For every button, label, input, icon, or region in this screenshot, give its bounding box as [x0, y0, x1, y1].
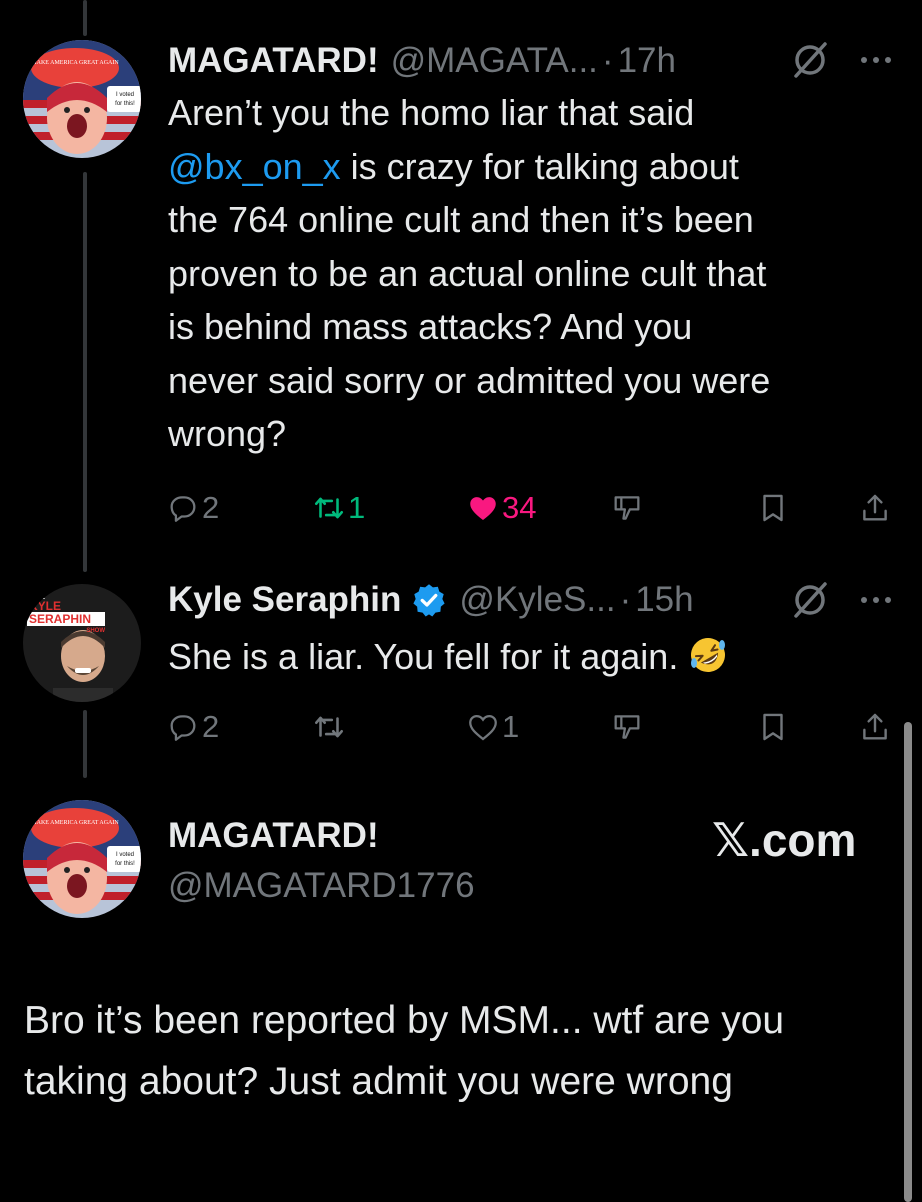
avatar-magatard[interactable]: MAKE AMERICA GREAT AGAIN I voted for thi…: [23, 40, 141, 158]
tweet1-line-3: the 764 online cult and then it’s been: [168, 199, 754, 240]
svg-text:for this!: for this!: [115, 101, 135, 107]
avatar-hat-text: MAKE AMERICA GREAT AGAIN: [31, 60, 119, 66]
tweet2-share-button[interactable]: [858, 707, 892, 747]
bookmark-icon-2: [763, 713, 783, 741]
tweet2-text: She is a liar. You fell for it again.: [168, 630, 888, 684]
tweet2-header: Kyle Seraphin @KyleS... · 15h: [168, 576, 694, 624]
thread-line-bottom: [83, 710, 87, 778]
scrollbar[interactable]: [904, 722, 912, 1202]
thread-line-top: [83, 0, 87, 36]
tweet1-line-1: Aren’t you the homo liar that said: [168, 92, 695, 133]
card-display-name[interactable]: MAGATARD!: [168, 812, 379, 860]
mention-link[interactable]: @bx_on_x: [168, 146, 341, 187]
tweet1-header: MAGATARD! @MAGATA... · 17h: [168, 37, 676, 85]
tweet1-retweet-button[interactable]: 1: [312, 488, 365, 528]
card-tweet-text: Bro it’s been reported by MSM... wtf are…: [24, 999, 785, 1103]
tweet1-dot: ·: [601, 41, 614, 80]
bookmark-icon: [763, 494, 783, 522]
avatar-logo-kyle: KYLE: [29, 599, 61, 613]
card-handle[interactable]: @MAGATARD1776: [168, 862, 475, 910]
svg-text:I voted: I voted: [116, 92, 134, 98]
tweet1-text: Aren’t you the homo liar that said @bx_o…: [168, 86, 888, 461]
more-options-icon[interactable]: [856, 40, 896, 80]
reply-icon-2: [170, 715, 196, 741]
views-icon-2: [614, 715, 640, 739]
tweet1-like-count: 34: [502, 490, 537, 525]
grok-icon-2[interactable]: [790, 580, 830, 620]
views-icon: [614, 496, 640, 520]
share-icon-2: [863, 713, 887, 740]
more-options-icon-2[interactable]: [856, 580, 896, 620]
svg-text:I voted: I voted: [116, 852, 134, 858]
tweet2-display-name[interactable]: Kyle Seraphin: [168, 576, 401, 624]
verified-badge-icon: [413, 584, 446, 617]
tweet2-handle[interactable]: @KyleS...: [459, 576, 615, 624]
tweet1-bookmark-button[interactable]: [756, 488, 790, 528]
card-avatar-magatard[interactable]: MAKE AMERICA GREAT AGAIN I voted for thi…: [23, 800, 141, 918]
tweet1-line-5: is behind mass attacks? And you: [168, 306, 693, 347]
tweet1-handle[interactable]: @MAGATA...: [391, 37, 598, 85]
grok-icon[interactable]: [790, 40, 830, 80]
tweet2-time[interactable]: 15h: [635, 576, 693, 624]
tweet1-retweet-count: 1: [348, 490, 366, 525]
tweet2-text-body: She is a liar. You fell for it again.: [168, 636, 689, 677]
tweet1-line-2-text: is crazy for talking about: [340, 145, 739, 187]
tweet2-bookmark-button[interactable]: [756, 707, 790, 747]
tweet1-views-button[interactable]: [610, 488, 644, 528]
tweet2-like-count: 1: [502, 709, 520, 744]
avatar-logo-show: SHOW: [86, 628, 105, 634]
tweet2-reply-count: 2: [202, 709, 220, 744]
thread-line-middle: [83, 172, 87, 572]
tweet1-line-4: proven to be an actual online cult that: [168, 252, 767, 294]
tweet1-line-6: never said sorry or admitted you were: [168, 359, 771, 401]
heart-filled-icon: [470, 497, 496, 521]
tweet2-like-button[interactable]: 1: [466, 707, 519, 747]
reply-icon: [170, 496, 196, 522]
tweet1-time[interactable]: 17h: [618, 37, 676, 85]
share-icon: [863, 494, 887, 521]
tweet2-reply-button[interactable]: 2: [166, 707, 219, 747]
tweet1-share-button[interactable]: [858, 488, 892, 528]
svg-text:for this!: for this!: [115, 861, 135, 867]
tweet1-line-2: @bx_on_x is crazy for talking about: [168, 140, 888, 194]
rolling-laughing-emoji-icon: [691, 638, 726, 672]
avatar-kyle-seraphin[interactable]: THE KYLE SERAPHIN SHOW: [23, 584, 141, 702]
tweet1-line-7: wrong?: [168, 413, 287, 454]
avatar-logo-seraphin: SERAPHIN: [29, 612, 91, 626]
tweet1-display-name[interactable]: MAGATARD!: [168, 37, 379, 85]
tweet2-dot: ·: [619, 580, 632, 619]
card-avatar-hat-text: MAKE AMERICA GREAT AGAIN: [31, 820, 119, 826]
retweet-icon-2: [314, 716, 344, 738]
tweet2-views-button[interactable]: [610, 707, 644, 747]
tweet1-like-button[interactable]: 34: [466, 488, 536, 528]
x-com-logo: 𝕏.com: [712, 814, 857, 866]
tweet1-reply-count: 2: [202, 490, 220, 525]
tweet2-retweet-button[interactable]: [312, 707, 346, 747]
heart-outline-icon: [469, 714, 497, 741]
tweet1-reply-button[interactable]: 2: [166, 488, 219, 528]
retweet-icon: [314, 497, 344, 519]
